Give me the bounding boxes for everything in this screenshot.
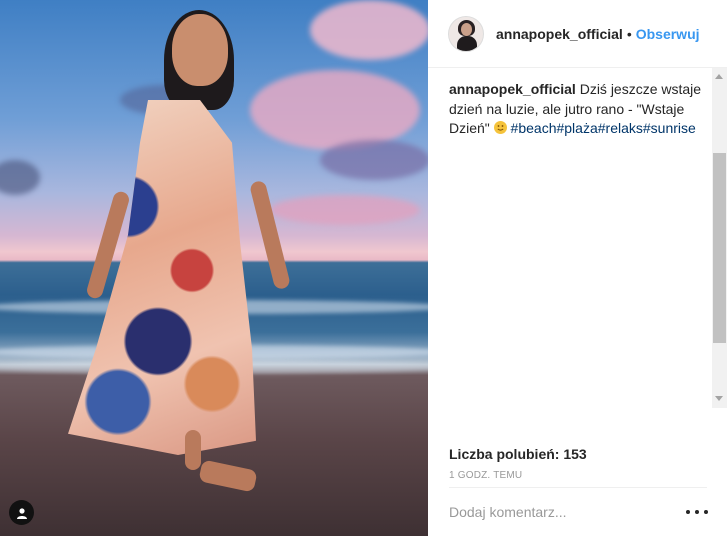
divider — [449, 487, 707, 488]
post-timestamp[interactable]: 1 godz. temu — [449, 470, 522, 481]
hashtag-link[interactable]: #plaża — [556, 120, 597, 136]
avatar[interactable] — [448, 15, 484, 52]
foot — [198, 459, 258, 493]
slightly-smiling-face-icon — [493, 121, 507, 134]
cloud — [270, 195, 420, 225]
post-header: annapopek_official • Obserwuj — [428, 0, 727, 68]
comments-scrollbar[interactable] — [712, 68, 727, 408]
hashtag-link[interactable]: #sunrise — [643, 120, 696, 136]
hashtag-link[interactable]: #relaks — [598, 120, 643, 136]
cloud — [310, 0, 428, 60]
cloud — [320, 140, 428, 180]
face — [172, 14, 228, 86]
comment-input[interactable] — [449, 500, 669, 524]
caption: annapopek_official Dziś jeszcze wstaje d… — [449, 80, 707, 410]
cloud — [250, 70, 420, 150]
more-options-icon[interactable] — [686, 504, 708, 520]
scroll-up-arrow-icon[interactable] — [715, 74, 723, 79]
user-tag-icon[interactable] — [9, 500, 34, 525]
right-arm — [248, 179, 292, 291]
username-link[interactable]: annapopek_official — [496, 26, 623, 42]
separator-dot: • — [626, 25, 632, 42]
cloud — [0, 160, 40, 195]
likes-count[interactable]: Liczba polubień: 153 — [449, 446, 587, 462]
follow-button[interactable]: Obserwuj — [636, 26, 700, 42]
hashtag-link[interactable]: #beach — [511, 120, 557, 136]
leg — [185, 430, 201, 470]
scroll-down-arrow-icon[interactable] — [715, 396, 723, 401]
post-photo[interactable] — [0, 0, 428, 536]
scroll-thumb[interactable] — [713, 153, 726, 343]
caption-username[interactable]: annapopek_official — [449, 81, 576, 97]
post-side-panel: annapopek_official • Obserwuj annapopek_… — [428, 0, 727, 536]
